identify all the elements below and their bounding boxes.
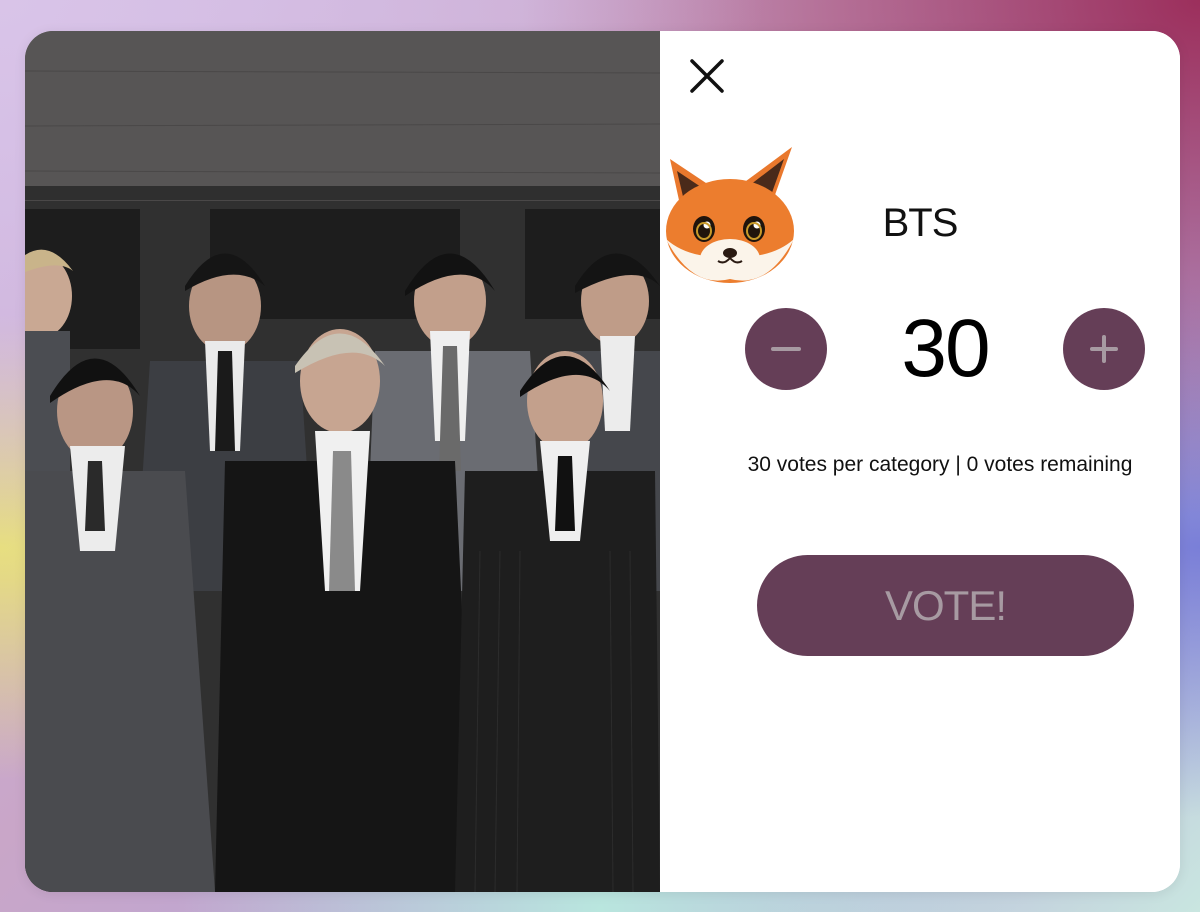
vote-button[interactable]: VOTE! <box>757 555 1134 656</box>
increment-button[interactable] <box>1063 308 1145 390</box>
minus-icon <box>771 347 801 351</box>
artist-name: BTS <box>882 201 959 245</box>
decrement-button[interactable] <box>745 308 827 390</box>
votes-remaining-text: 30 votes per category | 0 votes remainin… <box>747 453 1133 476</box>
vote-count: 30 <box>901 303 990 394</box>
fox-avatar-icon <box>652 139 802 289</box>
close-button[interactable] <box>688 57 726 95</box>
artist-photo <box>25 31 660 892</box>
plus-icon <box>1090 335 1118 363</box>
vote-panel: BTS 30 30 votes per category | 0 votes r… <box>660 31 1180 892</box>
close-icon <box>690 59 724 93</box>
vote-dialog: BTS 30 30 votes per category | 0 votes r… <box>25 31 1180 892</box>
